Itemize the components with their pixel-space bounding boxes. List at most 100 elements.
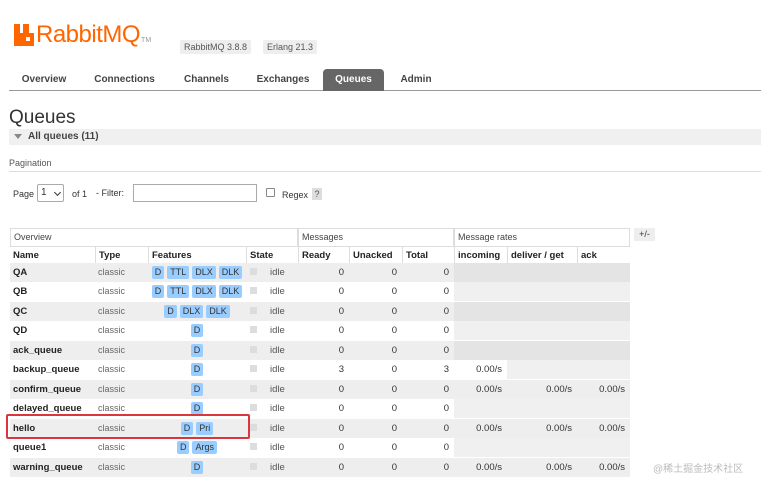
total-count: 0 <box>443 325 449 337</box>
queue-name-link[interactable]: QA <box>10 263 95 282</box>
queue-name-link[interactable]: backup_queue <box>10 360 95 379</box>
version-badge: RabbitMQ 3.8.8 <box>180 40 252 54</box>
rate-ack <box>577 399 630 419</box>
queue-name-link[interactable]: QD <box>10 321 95 340</box>
queue-features: D TTL DLX DLK <box>148 266 246 279</box>
ready-count: 0 <box>338 325 344 337</box>
unacked-count: 0 <box>391 403 397 415</box>
header-features[interactable]: Features <box>148 247 246 264</box>
queue-type: classic <box>98 267 126 277</box>
rate-ack <box>577 301 630 321</box>
header-unacked[interactable]: Unacked <box>349 247 402 264</box>
table-row[interactable]: warning_queue classic Didle 0 0 0 0.00/s 0.00/s… <box>10 457 630 477</box>
queue-type: classic <box>98 383 126 394</box>
state-indicator-icon <box>250 404 257 412</box>
queue-state: idle <box>250 341 298 360</box>
regex-help-icon[interactable]: ? <box>312 188 322 200</box>
columns-toggle-button[interactable]: +/- <box>634 228 655 241</box>
header-type[interactable]: Type <box>95 247 148 264</box>
header-deliver-get[interactable]: deliver / get <box>507 247 577 264</box>
pagination-divider <box>9 171 761 172</box>
rate-deliver <box>507 360 577 380</box>
queue-features: D <box>148 324 246 338</box>
unacked-count: 0 <box>391 286 397 298</box>
feature-badge: TTL <box>167 285 190 299</box>
header-total[interactable]: Total <box>402 247 454 264</box>
tab-admin[interactable]: Admin <box>384 69 448 91</box>
tab-queues[interactable]: Queues <box>323 69 384 91</box>
rate-incoming: 0.00/s <box>476 422 502 434</box>
rate-deliver: 0.00/s <box>546 461 572 473</box>
total-count: 0 <box>443 403 449 415</box>
feature-badge: DLX <box>179 304 204 318</box>
total-count: 0 <box>443 344 449 356</box>
rate-deliver: 0.00/s <box>546 422 572 434</box>
table-row[interactable]: confirm_queue classic Didle 0 0 0 0.00/s 0.00/s… <box>10 379 630 399</box>
table-row[interactable]: queue1 classic D Args idle 0 0 0 <box>10 438 630 458</box>
feature-badge: DLK <box>218 285 243 299</box>
feature-badge: Args <box>192 441 217 455</box>
queue-type: classic <box>98 461 126 472</box>
rate-ack <box>577 321 630 341</box>
queue-name-link[interactable]: warning_queue <box>10 458 95 477</box>
tab-overview[interactable]: Overview <box>9 69 79 91</box>
state-text: idle <box>270 461 285 473</box>
ready-count: 0 <box>338 286 344 298</box>
rate-ack <box>577 282 630 302</box>
queue-features: D <box>148 460 246 474</box>
total-count: 0 <box>443 267 449 278</box>
table-row[interactable]: ack_queue classic Didle 0 0 0 <box>10 340 630 360</box>
header-incoming[interactable]: incoming <box>454 247 507 264</box>
queue-name-link[interactable]: confirm_queue <box>10 380 95 399</box>
rate-ack: 0.00/s <box>599 422 625 434</box>
rate-deliver <box>507 263 577 282</box>
state-text: idle <box>270 403 285 415</box>
table-row[interactable]: QB classic D TTL DLX DLK idle 0 0 0 <box>10 282 630 302</box>
rate-incoming <box>454 340 507 360</box>
header-name[interactable]: Name <box>10 247 95 264</box>
total-count: 0 <box>443 422 449 434</box>
unacked-count: 0 <box>391 325 397 337</box>
all-queues-toggle[interactable]: All queues (11) <box>9 129 761 145</box>
ready-count: 0 <box>338 422 344 434</box>
unacked-count: 0 <box>391 344 397 356</box>
rate-deliver <box>507 340 577 360</box>
tab-connections[interactable]: Connections <box>79 69 170 91</box>
page-select[interactable]: 1 <box>37 184 64 202</box>
header-ready[interactable]: Ready <box>298 247 349 264</box>
table-row[interactable]: backup_queue classic Didle 3 0 3 0.00/s <box>10 360 630 380</box>
unacked-count: 0 <box>391 422 397 434</box>
regex-checkbox[interactable] <box>266 188 275 197</box>
table-row[interactable]: QA classic D TTL DLX DLK idle 0 0 0 <box>10 263 630 282</box>
queue-name-link[interactable]: QB <box>10 282 95 301</box>
queue-name-link[interactable]: ack_queue <box>10 341 95 360</box>
state-text: idle <box>270 305 285 317</box>
state-indicator-icon <box>250 326 257 334</box>
tab-exchanges[interactable]: Exchanges <box>243 69 323 91</box>
feature-badge: D <box>190 382 204 396</box>
filter-input[interactable] <box>133 184 257 202</box>
queue-state: idle <box>250 419 298 438</box>
rate-ack <box>577 360 630 380</box>
queue-name-link[interactable]: queue1 <box>10 438 95 457</box>
queue-features: D DLX DLK <box>148 304 246 318</box>
state-text: idle <box>270 422 285 434</box>
ready-count: 0 <box>338 442 344 454</box>
watermark: @稀土掘金技术社区 <box>653 464 744 475</box>
queue-features: D <box>148 343 246 357</box>
total-count: 0 <box>443 442 449 454</box>
tab-channels[interactable]: Channels <box>170 69 243 91</box>
header-state[interactable]: State <box>246 247 298 264</box>
highlight-box <box>6 414 250 439</box>
table-row[interactable]: QD classic Didle 0 0 0 <box>10 321 630 341</box>
rabbitmq-logo: RabbitMQ TM <box>14 23 151 47</box>
queue-features: D <box>148 382 246 396</box>
feature-badge: D <box>151 285 165 299</box>
table-row[interactable]: QC classic D DLX DLK idle 0 0 0 <box>10 301 630 321</box>
total-count: 0 <box>443 305 449 317</box>
feature-badge: D <box>190 324 204 338</box>
queue-name-link[interactable]: QC <box>10 302 95 321</box>
total-count: 0 <box>443 383 449 395</box>
state-indicator-icon <box>250 306 257 314</box>
header-ack[interactable]: ack <box>577 247 630 264</box>
